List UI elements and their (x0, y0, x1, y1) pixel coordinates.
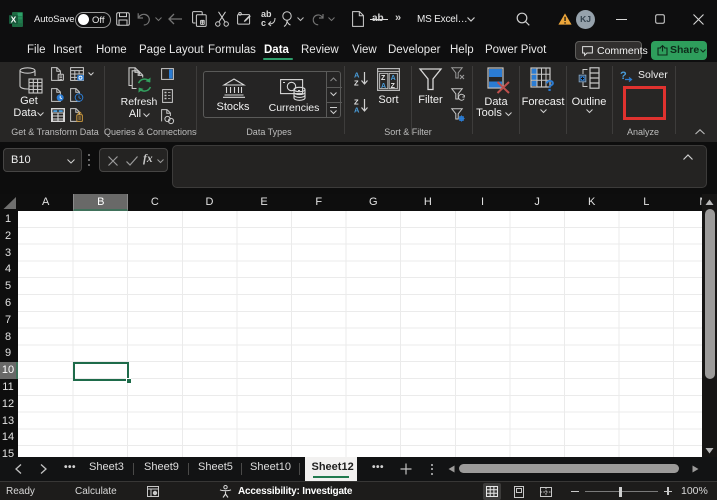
svg-text:Z: Z (381, 75, 386, 82)
svg-text:X: X (11, 15, 17, 25)
svg-text:A: A (354, 106, 360, 115)
svg-text:Z: Z (354, 79, 359, 88)
svg-text:A: A (391, 75, 396, 82)
svg-text:?: ? (620, 70, 627, 82)
svg-text:A: A (381, 83, 386, 90)
svg-text:?: ? (545, 78, 555, 95)
svg-text:Z: Z (391, 83, 396, 90)
